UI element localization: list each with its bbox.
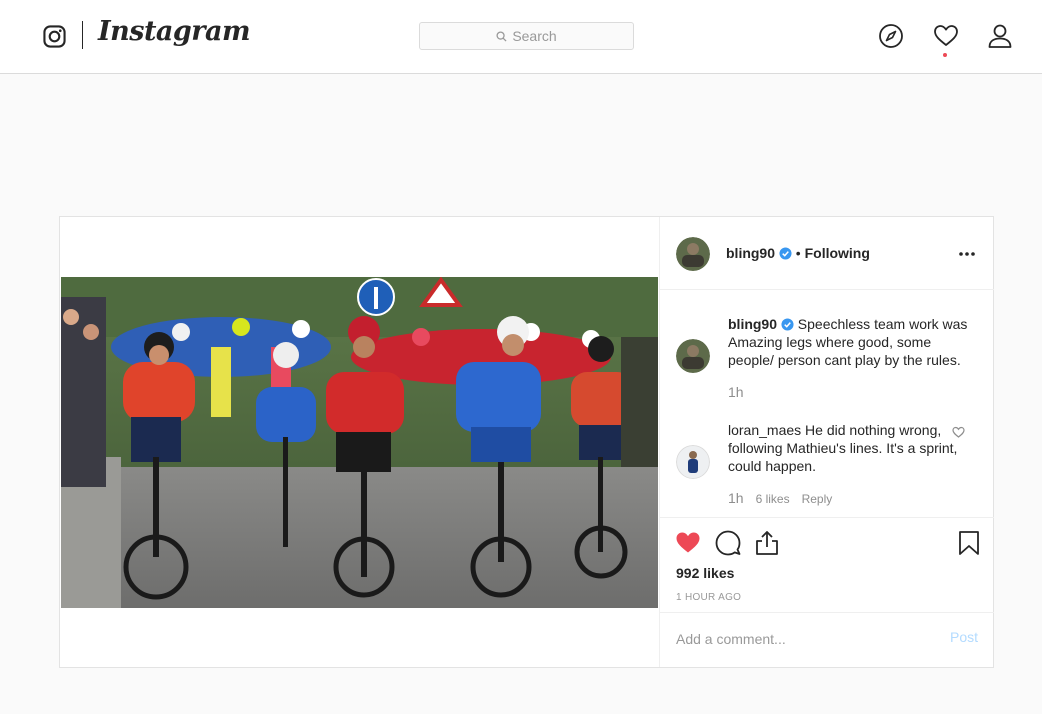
comment-likes[interactable]: 6 likes [756, 492, 790, 506]
verified-badge-icon [781, 318, 794, 331]
caption-meta: 1h [728, 384, 744, 400]
caption: bling90 Speechless team work was Amazing… [728, 315, 968, 369]
author-avatar[interactable] [676, 237, 710, 271]
like-heart-filled-icon[interactable] [675, 530, 701, 556]
save-bookmark-icon[interactable] [956, 530, 982, 556]
profile-icon[interactable] [987, 23, 1013, 49]
comment-username[interactable]: loran_maes [728, 422, 801, 438]
search-placeholder: Search [512, 28, 557, 44]
post-card: bling90 • Following bling90 Speechless t… [59, 216, 994, 668]
following-button[interactable]: Following [805, 245, 870, 261]
post-timestamp: 1 HOUR AGO [676, 592, 742, 603]
more-options-icon[interactable] [958, 251, 976, 257]
author-username[interactable]: bling90 [726, 245, 775, 261]
post-media-area [60, 217, 659, 667]
caption-username[interactable]: bling90 [728, 316, 777, 332]
post-photo-cycling-peloton[interactable] [61, 277, 658, 608]
verified-badge-icon [779, 247, 792, 260]
share-icon[interactable] [754, 530, 780, 556]
add-comment-input[interactable] [676, 629, 926, 649]
comment-meta: 1h 6 likes Reply [728, 490, 832, 506]
logo-divider [82, 21, 83, 49]
compass-icon[interactable] [878, 23, 904, 49]
top-navigation-bar: Instagram Search [0, 0, 1042, 74]
follow-separator: • [795, 245, 801, 261]
comment-bubble-icon[interactable] [715, 530, 741, 556]
likes-count[interactable]: 992 likes [676, 565, 734, 581]
search-box[interactable]: Search [419, 22, 634, 50]
comments-list: bling90 Speechless team work was Amazing… [660, 291, 994, 517]
post-actions: 992 likes 1 HOUR AGO [660, 517, 994, 612]
commenter-avatar[interactable] [676, 445, 710, 479]
post-sidebar: bling90 • Following bling90 Speechless t… [659, 217, 994, 667]
comment-time[interactable]: 1h [728, 490, 744, 506]
post-comment-button[interactable]: Post [950, 629, 978, 645]
heart-icon[interactable] [933, 23, 959, 49]
notification-dot [943, 53, 947, 57]
search-icon [496, 30, 507, 42]
author-line: bling90 • Following [726, 245, 870, 261]
comment-reply-button[interactable]: Reply [802, 492, 833, 506]
instagram-logo-icon[interactable] [43, 25, 66, 48]
caption-author-avatar[interactable] [676, 339, 710, 373]
comment: loran_maes He did nothing wrong, followi… [728, 421, 968, 475]
instagram-wordmark[interactable]: Instagram [98, 16, 251, 47]
post-header: bling90 • Following [660, 217, 994, 290]
caption-time[interactable]: 1h [728, 384, 744, 400]
comment-like-heart-icon[interactable] [952, 426, 965, 439]
add-comment-bar: Post [660, 612, 994, 667]
